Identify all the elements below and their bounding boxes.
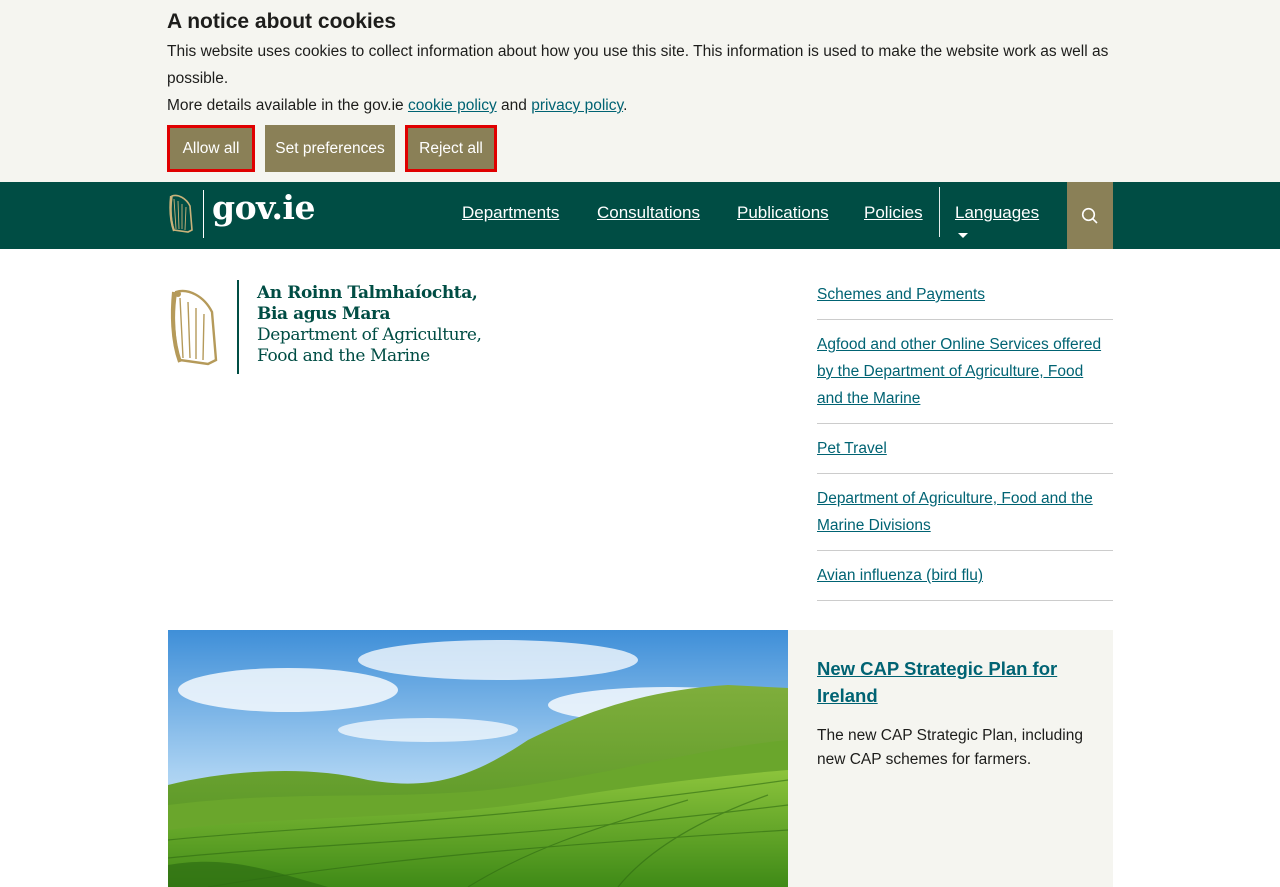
logo-divider	[203, 190, 204, 238]
nav-policies[interactable]: Policies	[864, 202, 923, 224]
nav-languages-label: Languages	[955, 203, 1040, 222]
department-logo-divider	[237, 280, 239, 374]
link-pet-travel[interactable]: Pet Travel	[817, 440, 887, 457]
nav-divider	[939, 187, 940, 237]
nav-publications[interactable]: Publications	[737, 202, 829, 224]
allow-all-label: Allow all	[171, 129, 251, 168]
landscape-image	[168, 630, 788, 887]
cookie-period: .	[623, 97, 628, 114]
search-icon	[1081, 207, 1098, 224]
department-name: An Roinn Talmhaíochta, Bia agus Mara Dep…	[257, 283, 482, 366]
cookie-title: A notice about cookies	[167, 10, 397, 33]
set-preferences-label: Set preferences	[269, 129, 391, 168]
department-logo: An Roinn Talmhaíochta, Bia agus Mara Dep…	[168, 280, 488, 376]
cookie-policy-link[interactable]: cookie policy	[408, 97, 497, 114]
harp-icon	[169, 194, 193, 233]
allow-all-button[interactable]: Allow all	[167, 125, 255, 172]
reject-all-button[interactable]: Reject all	[405, 125, 497, 172]
cookie-more-prefix: More details available in the gov.ie	[167, 97, 408, 114]
link-department-divisions[interactable]: Department of Agriculture, Food and the …	[817, 490, 1093, 534]
feature-card: New CAP Strategic Plan for Ireland The n…	[788, 630, 1113, 887]
cookie-more-details: More details available in the gov.ie coo…	[167, 92, 1117, 119]
department-name-english-2: Food and the Marine	[257, 345, 430, 366]
feature-title-link[interactable]: New CAP Strategic Plan for Ireland	[817, 658, 1057, 706]
list-item: Agfood and other Online Services offered…	[817, 320, 1113, 424]
list-item: Schemes and Payments	[817, 270, 1113, 320]
list-item: Avian influenza (bird flu)	[817, 551, 1113, 601]
cookie-description: This website uses cookies to collect inf…	[167, 43, 1109, 87]
site-header: gov.ie Departments Consultations Publica…	[0, 182, 1280, 249]
search-button[interactable]	[1067, 182, 1113, 249]
cookie-content: A notice about cookies This website uses…	[167, 8, 1117, 119]
department-name-english-1: Department of Agriculture,	[257, 325, 482, 345]
feature-image[interactable]	[168, 630, 788, 887]
gov-ie-logo[interactable]: gov.ie	[168, 188, 315, 239]
nav-departments[interactable]: Departments	[462, 202, 559, 224]
caret-down-icon	[958, 233, 968, 239]
list-item: Department of Agriculture, Food and the …	[817, 474, 1113, 551]
set-preferences-button[interactable]: Set preferences	[265, 125, 395, 172]
nav-consultations[interactable]: Consultations	[597, 202, 700, 224]
feature-title: New CAP Strategic Plan for Ireland	[817, 655, 1077, 709]
cookie-and-text: and	[496, 97, 532, 114]
harp-emblem-icon	[170, 289, 218, 366]
link-agfood-online-services[interactable]: Agfood and other Online Services offered…	[817, 336, 1101, 407]
link-avian-influenza[interactable]: Avian influenza (bird flu)	[817, 567, 983, 584]
department-name-irish-1: An Roinn Talmhaíochta,	[257, 283, 478, 303]
cookie-banner: A notice about cookies This website uses…	[0, 0, 1280, 182]
privacy-policy-link[interactable]: privacy policy	[531, 97, 623, 114]
link-schemes-payments[interactable]: Schemes and Payments	[817, 286, 985, 303]
list-item: Pet Travel	[817, 424, 1113, 474]
gov-ie-wordmark: gov.ie	[212, 188, 315, 227]
feature-description: The new CAP Strategic Plan, including ne…	[817, 727, 1083, 768]
nav-languages[interactable]: Languages	[955, 202, 1039, 246]
department-name-irish-2: Bia agus Mara	[257, 304, 391, 324]
quick-links-list: Schemes and Payments Agfood and other On…	[817, 270, 1113, 601]
reject-all-label: Reject all	[409, 129, 493, 168]
